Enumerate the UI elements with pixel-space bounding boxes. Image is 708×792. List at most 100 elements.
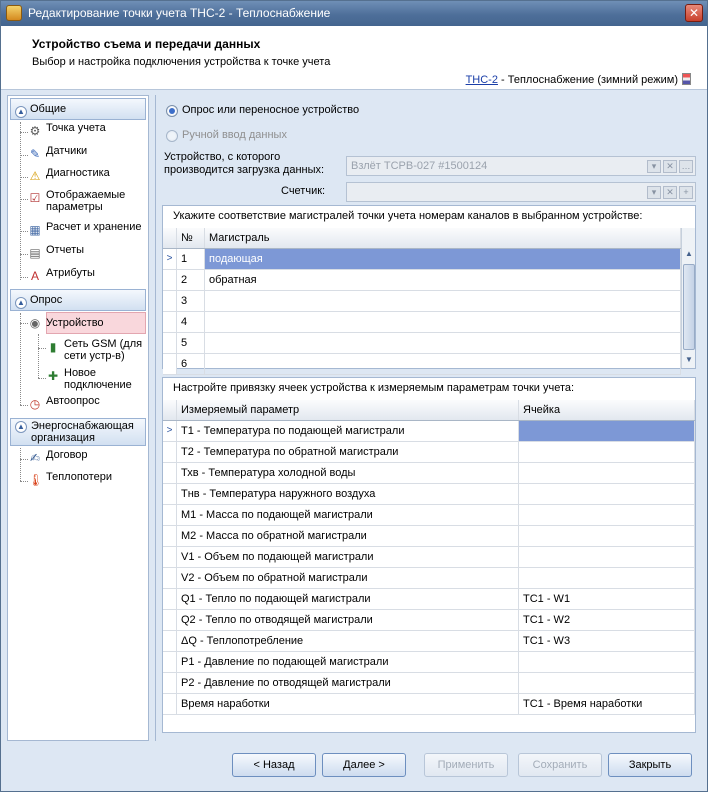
table-row[interactable]: Тнв - Температура наружного воздуха	[163, 484, 695, 505]
table-row[interactable]: ΔQ - Теплопотребление TC1 - W3	[163, 631, 695, 652]
sidebar-item-new-connection[interactable]: ✚ Новое подключение	[48, 367, 144, 391]
scroll-thumb[interactable]	[683, 264, 695, 350]
row-cell[interactable]	[519, 652, 695, 672]
collapse-icon: ▲	[15, 106, 27, 118]
row-main-name[interactable]	[205, 333, 681, 353]
mains-grid-scrollbar[interactable]: ▲ ▼	[681, 228, 695, 368]
table-row[interactable]: Время наработки TC1 - Время наработки	[163, 694, 695, 715]
sidebar-item-sensors[interactable]: ✎ Датчики	[30, 145, 87, 165]
manual-input-radio-label[interactable]: Ручной ввод данных	[182, 129, 287, 141]
table-row[interactable]: V2 - Объем по обратной магистрали	[163, 568, 695, 589]
poll-radio-label[interactable]: Опрос или переносное устройство	[182, 104, 359, 116]
table-row[interactable]: V1 - Объем по подающей магистрали	[163, 547, 695, 568]
close-button[interactable]: Закрыть	[608, 753, 692, 777]
poll-radio[interactable]	[166, 105, 178, 117]
row-cell[interactable]	[519, 421, 695, 441]
more-icon[interactable]: …	[679, 160, 693, 173]
row-num: 5	[177, 333, 205, 353]
sidebar-item-label: Точка учета	[46, 122, 106, 134]
apply-button[interactable]: Применить	[424, 753, 508, 777]
sidebar-item-device[interactable]: ◉ Устройство	[30, 314, 104, 334]
row-cell[interactable]	[519, 673, 695, 693]
row-cell[interactable]	[519, 547, 695, 567]
counter-select[interactable]: ▾ ✕ +	[346, 182, 696, 202]
save-button[interactable]: Сохранить	[518, 753, 602, 777]
table-row[interactable]: 6	[163, 354, 681, 375]
row-cell[interactable]	[519, 484, 695, 504]
row-main-name[interactable]: подающая	[205, 249, 681, 269]
table-row[interactable]: M1 - Масса по подающей магистрали	[163, 505, 695, 526]
table-row[interactable]: Тхв - Температура холодной воды	[163, 463, 695, 484]
add-icon[interactable]: +	[679, 186, 693, 199]
row-cell[interactable]: TC1 - Время наработки	[519, 694, 695, 714]
row-num: 2	[177, 270, 205, 290]
nav-group-general[interactable]: ▲ Общие	[10, 98, 146, 120]
sidebar-item-heat-loss[interactable]: 🌡 Теплопотери	[28, 471, 112, 491]
row-main-name[interactable]	[205, 312, 681, 332]
sidebar-item-calc-storage[interactable]: ▦ Расчет и хранение	[29, 221, 141, 241]
new-connection-icon: ✚	[47, 369, 59, 383]
device-select-value: Взлёт ТСРВ-027 #1500124	[351, 160, 488, 172]
table-row[interactable]: 4	[163, 312, 681, 333]
sidebar-item-contract[interactable]: ✍ Договор	[30, 449, 88, 469]
row-cell[interactable]	[519, 568, 695, 588]
table-row[interactable]: 2 обратная	[163, 270, 681, 291]
column-header-parameter[interactable]: Измеряемый параметр	[177, 400, 519, 420]
sidebar-item-reports[interactable]: ▤ Отчеты	[29, 244, 84, 264]
row-parameter: T1 - Температура по подающей магистрали	[177, 421, 519, 441]
table-row[interactable]: P2 - Давление по отводящей магистрали	[163, 673, 695, 694]
device-select[interactable]: Взлёт ТСРВ-027 #1500124 ▾ ✕ …	[346, 156, 696, 176]
column-header-num[interactable]: №	[177, 228, 205, 248]
row-main-name[interactable]	[205, 354, 681, 374]
row-indicator	[163, 312, 177, 332]
nav-group-poll[interactable]: ▲ Опрос	[10, 289, 146, 311]
nav-group-label: Общие	[30, 103, 67, 115]
row-indicator	[163, 652, 177, 672]
clear-icon[interactable]: ✕	[663, 160, 677, 173]
table-row[interactable]: 3	[163, 291, 681, 312]
row-cell[interactable]: TC1 - W2	[519, 610, 695, 630]
table-row[interactable]: P1 - Давление по подающей магистрали	[163, 652, 695, 673]
row-cell[interactable]: TC1 - W3	[519, 631, 695, 651]
params-grid-header: Измеряемый параметр Ячейка	[163, 400, 695, 421]
table-row[interactable]: Q1 - Тепло по подающей магистрали TC1 - W…	[163, 589, 695, 610]
sidebar-item-attributes[interactable]: A Атрибуты	[31, 267, 95, 287]
column-header-main[interactable]: Магистраль	[205, 228, 681, 248]
table-row[interactable]: > T1 - Температура по подающей магистрали	[163, 421, 695, 442]
title-bar[interactable]: Редактирование точки учета ТНС-2 - Тепло…	[1, 1, 707, 26]
row-main-name[interactable]: обратная	[205, 270, 681, 290]
chevron-down-icon[interactable]: ▾	[647, 160, 661, 173]
row-cell[interactable]	[519, 526, 695, 546]
table-row[interactable]: T2 - Температура по обратной магистрали	[163, 442, 695, 463]
row-main-name[interactable]	[205, 291, 681, 311]
sidebar-item-metering-point[interactable]: ⚙ Точка учета	[30, 122, 106, 142]
next-button[interactable]: Далее >	[322, 753, 406, 777]
row-parameter: M2 - Масса по обратной магистрали	[177, 526, 519, 546]
row-cell[interactable]: TC1 - W1	[519, 589, 695, 609]
chevron-down-icon[interactable]: ▾	[647, 186, 661, 199]
row-cell[interactable]	[519, 442, 695, 462]
warning-icon: ⚠	[29, 169, 41, 183]
column-header-cell[interactable]: Ячейка	[519, 400, 695, 420]
table-row[interactable]: 5	[163, 333, 681, 354]
nav-group-energy-org[interactable]: ▲ Энергоснабжающая организация	[10, 418, 146, 446]
sidebar-item-autopoll[interactable]: ◷ Автоопрос	[30, 395, 100, 415]
row-cell[interactable]	[519, 505, 695, 525]
table-row[interactable]: Q2 - Тепло по отводящей магистрали TC1 - …	[163, 610, 695, 631]
scroll-up-icon[interactable]: ▲	[683, 248, 695, 260]
manual-input-radio[interactable]	[166, 130, 178, 142]
row-indicator	[163, 291, 177, 311]
sidebar-item-gsm-network[interactable]: ▮ Сеть GSM (для сети устр-в)	[50, 338, 144, 362]
scroll-down-icon[interactable]: ▼	[683, 354, 695, 366]
clear-icon[interactable]: ✕	[663, 186, 677, 199]
sidebar-item-diagnostics[interactable]: ⚠ Диагностика	[30, 167, 110, 187]
metering-point-link[interactable]: ТНС-2	[466, 74, 498, 86]
row-cell[interactable]	[519, 463, 695, 483]
sidebar-item-displayed-params[interactable]: ☑ Отображаемые параметры	[30, 189, 138, 213]
table-row[interactable]: M2 - Масса по обратной магистрали	[163, 526, 695, 547]
params-grid: Настройте привязку ячеек устройства к из…	[162, 377, 696, 733]
close-window-button[interactable]: ✕	[685, 4, 703, 22]
back-button[interactable]: < Назад	[232, 753, 316, 777]
table-row[interactable]: >1 подающая	[163, 249, 681, 270]
row-indicator	[163, 526, 177, 546]
